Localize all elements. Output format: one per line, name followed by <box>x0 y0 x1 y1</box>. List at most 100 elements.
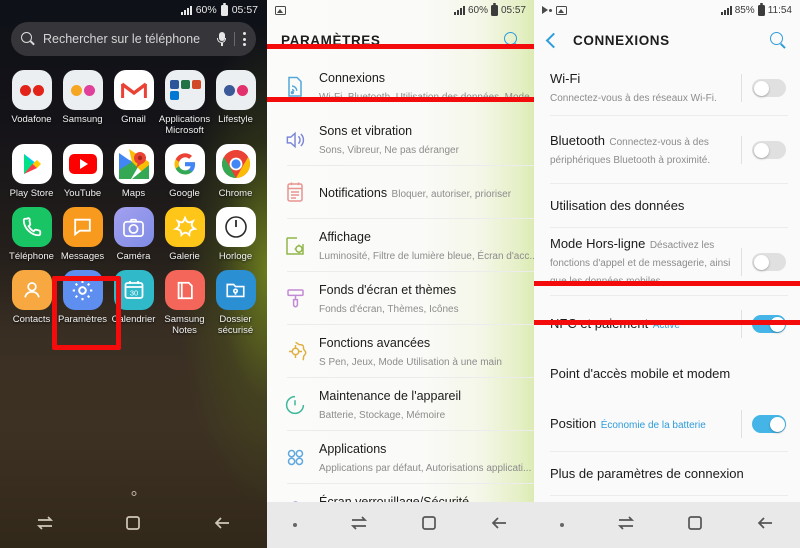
app-label: YouTube <box>63 188 102 199</box>
play-store-icon <box>11 144 52 184</box>
image-notification-icon <box>556 5 567 15</box>
settings-row-affichage[interactable]: Affichage Luminosité, Filtre de lumière … <box>267 219 534 272</box>
app-label: Horloge <box>218 251 253 262</box>
app-secure-folder[interactable]: Dossier sécurisé <box>210 262 261 336</box>
search-input[interactable]: Rechercher sur le téléphone <box>11 22 256 56</box>
divider <box>741 74 742 102</box>
home-icon[interactable] <box>421 515 437 536</box>
battery-percent-label: 60% <box>467 4 488 16</box>
back-icon[interactable] <box>490 516 508 535</box>
connection-row-more-settings[interactable]: Plus de paramètres de connexion <box>534 452 800 496</box>
app-bar: PARAMÈTRES <box>267 20 534 60</box>
row-title: Position <box>550 416 597 431</box>
row-title: Bluetooth <box>550 133 605 148</box>
divider <box>741 248 742 276</box>
connection-row-hotspot[interactable]: Point d'accès mobile et modem <box>534 352 800 396</box>
cast-icon <box>542 5 552 15</box>
folder-icon <box>11 70 52 110</box>
home-icon[interactable] <box>687 515 703 536</box>
app-clock[interactable]: Horloge <box>210 199 261 262</box>
app-lifestyle[interactable]: Lifestyle <box>210 62 261 136</box>
app-messages[interactable]: Messages <box>57 199 108 262</box>
row-title: Utilisation des données <box>550 198 685 213</box>
app-samsung[interactable]: Samsung <box>57 62 108 136</box>
mic-icon[interactable] <box>217 32 226 46</box>
divider <box>234 32 235 46</box>
signal-icon <box>180 5 192 15</box>
gmail-icon <box>113 70 154 110</box>
settings-row-securite[interactable]: Écran verrouillage/Sécurité Écran de ver… <box>267 484 534 502</box>
row-subtitle: Bloquer, autoriser, prioriser <box>391 188 512 200</box>
app-label: Caméra <box>116 251 151 262</box>
connection-row-bluetooth[interactable]: Bluetooth Connectez-vous à des périphéri… <box>534 116 800 184</box>
back-chevron-icon[interactable] <box>545 32 562 48</box>
secure-folder-icon <box>215 270 256 310</box>
chrome-icon <box>215 144 256 184</box>
app-gmail[interactable]: Gmail <box>108 62 159 136</box>
nav-dot-icon <box>293 523 298 527</box>
maps-icon <box>113 144 154 184</box>
settings-list[interactable]: Connexions Wi-Fi, Bluetooth, Utilisation… <box>267 60 534 502</box>
divider <box>741 136 742 164</box>
maintenance-icon <box>279 394 311 416</box>
row-subtitle: Batterie, Stockage, Mémoire <box>319 409 446 421</box>
app-label: Chrome <box>218 188 253 199</box>
search-icon[interactable] <box>770 32 786 48</box>
clock-label: 05:57 <box>231 4 258 16</box>
settings-row-notifications[interactable]: Notifications Bloquer, autoriser, priori… <box>267 166 534 219</box>
bluetooth-toggle[interactable] <box>752 141 786 159</box>
app-contacts[interactable]: Contacts <box>6 262 57 336</box>
wifi-toggle[interactable] <box>752 79 786 97</box>
settings-row-fonctions-avancees[interactable]: Fonctions avancées S Pen, Jeux, Mode Uti… <box>267 325 534 378</box>
row-title: Wi-Fi <box>550 71 581 86</box>
home-icon[interactable] <box>125 515 141 536</box>
app-youtube[interactable]: YouTube <box>57 136 108 199</box>
app-vodafone[interactable]: Vodafone <box>6 62 57 136</box>
settings-row-applications[interactable]: Applications Applications par défaut, Au… <box>267 431 534 484</box>
app-chrome[interactable]: Chrome <box>210 136 261 199</box>
clock-label: 05:57 <box>500 4 526 16</box>
row-title: Connexions <box>319 70 386 85</box>
airplane-mode-toggle[interactable] <box>752 253 786 271</box>
folder-icon <box>215 70 256 110</box>
connection-row-wifi[interactable]: Wi-Fi Connectez-vous à des réseaux Wi-Fi… <box>534 60 800 116</box>
recents-icon[interactable] <box>617 515 635 535</box>
settings-row-sons[interactable]: Sons et vibration Sons, Vibreur, Ne pas … <box>267 113 534 166</box>
recents-icon[interactable] <box>36 515 54 535</box>
recents-icon[interactable] <box>350 515 368 535</box>
row-title: Point d'accès mobile et modem <box>550 366 731 381</box>
app-microsoft-apps[interactable]: Applications Microsoft <box>159 62 210 136</box>
app-maps[interactable]: Maps <box>108 136 159 199</box>
settings-row-maintenance[interactable]: Maintenance de l'appareil Batterie, Stoc… <box>267 378 534 431</box>
battery-icon <box>220 2 228 16</box>
app-label: Vodafone <box>11 114 52 125</box>
position-toggle[interactable] <box>752 415 786 433</box>
folder-icon <box>62 70 103 110</box>
connection-row-position[interactable]: Position Économie de la batterie <box>534 396 800 452</box>
highlight-line-bottom <box>267 97 534 102</box>
app-label: Samsung <box>62 114 103 125</box>
row-subtitle: Fonds d'écran, Thèmes, Icônes <box>319 303 459 315</box>
battery-icon <box>757 2 765 16</box>
sound-icon <box>279 129 311 151</box>
connection-row-data-usage[interactable]: Utilisation des données <box>534 184 800 228</box>
back-icon[interactable] <box>756 516 774 535</box>
app-telephone[interactable]: Téléphone <box>6 199 57 262</box>
signal-icon <box>453 5 465 15</box>
settings-row-connexions[interactable]: Connexions Wi-Fi, Bluetooth, Utilisation… <box>267 60 534 113</box>
settings-row-fonds-ecran[interactable]: Fonds d'écran et thèmes Fonds d'écran, T… <box>267 272 534 325</box>
row-title: Mode Hors-ligne <box>550 236 646 251</box>
app-google[interactable]: Google <box>159 136 210 199</box>
app-camera[interactable]: Caméra <box>108 199 159 262</box>
settings-list-panel: 60% 05:57 PARAMÈTRES Connexions Wi-Fi, B… <box>267 0 534 548</box>
search-icon <box>21 32 35 46</box>
gallery-icon <box>164 207 205 247</box>
app-play-store[interactable]: Play Store <box>6 136 57 199</box>
app-label: Galerie <box>169 251 200 262</box>
back-icon[interactable] <box>213 516 231 535</box>
app-gallery[interactable]: Galerie <box>159 199 210 262</box>
more-options-icon[interactable] <box>243 32 246 46</box>
highlight-line-bottom <box>534 320 800 325</box>
row-title: Fonctions avancées <box>319 335 431 350</box>
app-samsung-notes[interactable]: Samsung Notes <box>159 262 210 336</box>
